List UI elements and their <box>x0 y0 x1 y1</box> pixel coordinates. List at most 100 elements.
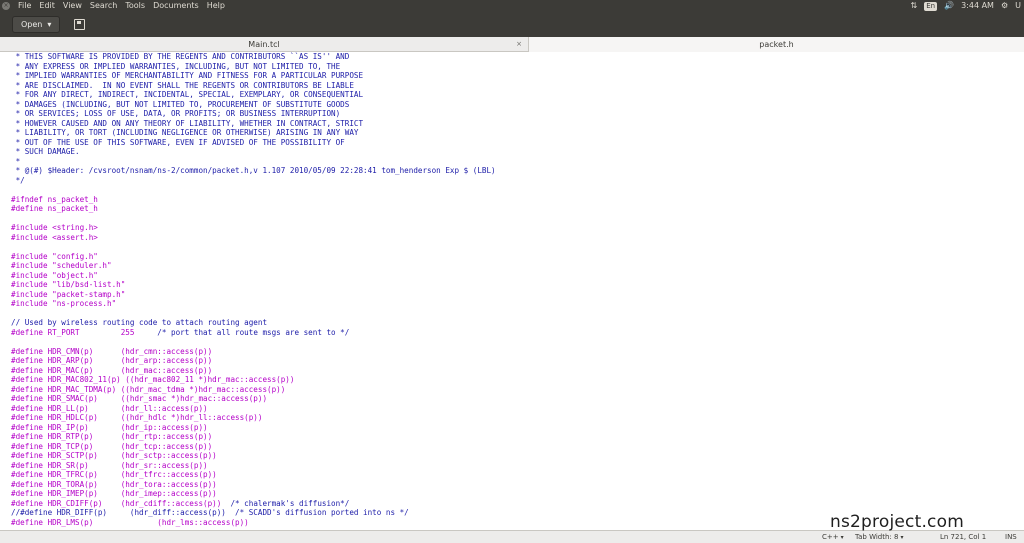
power-icon[interactable]: ⚙ <box>1001 0 1008 12</box>
code-line: #define HDR_SMAC(p) ((hdr_smac *)hdr_mac… <box>0 394 1024 404</box>
code-line: #define HDR_CMN(p) (hdr_cmn::access(p)) <box>0 347 1024 357</box>
comment-text: * OR SERVICES; LOSS OF USE, DATA, OR PRO… <box>11 109 341 118</box>
chevron-down-icon: ▾ <box>900 534 904 541</box>
code-line: #define HDR_CDIFF(p) (hdr_cdiff::access(… <box>0 499 1024 509</box>
code-line: * @(#) $Header: /cvsroot/nsnam/ns-2/comm… <box>0 166 1024 176</box>
preprocessor-text: #define HDR_RTP(p) (hdr_rtp::access(p)) <box>11 432 213 441</box>
comment-text: * HOWEVER CAUSED AND ON ANY THEORY OF LI… <box>11 118 364 128</box>
preprocessor-text: #define HDR_MAC802_11(p) ((hdr_mac802_11… <box>11 375 295 384</box>
code-line: #ifndef ns_packet_h <box>0 195 1024 205</box>
code-line: #define HDR_MAC802_11(p) ((hdr_mac802_11… <box>0 375 1024 385</box>
close-icon[interactable]: × <box>516 37 522 52</box>
comment-text: * THIS SOFTWARE IS PROVIDED BY THE REGEN… <box>11 52 350 61</box>
code-line: #include "ns-process.h" <box>0 299 1024 309</box>
comment-text: /* port that all route msgs are sent to … <box>134 327 350 337</box>
menu-view[interactable]: View <box>63 0 82 12</box>
preprocessor-text: #define HDR_CDIFF(p) (hdr_cdiff::access(… <box>11 498 222 508</box>
menu-help[interactable]: Help <box>207 0 225 12</box>
preprocessor-text: #define RT_PORT 255 <box>11 327 135 337</box>
comment-text: * IMPLIED WARRANTIES OF MERCHANTABILITY … <box>11 71 364 80</box>
code-line: #include "packet-stamp.h" <box>0 290 1024 300</box>
menu-tools[interactable]: Tools <box>125 0 145 12</box>
code-line: * FOR ANY DIRECT, INDIRECT, INCIDENTAL, … <box>0 90 1024 100</box>
preprocessor-text: #define HDR_IMEP(p) (hdr_imep::access(p)… <box>11 489 217 498</box>
tab-main-tcl[interactable]: Main.tcl × <box>0 37 529 52</box>
cursor-position: Ln 721, Col 1 <box>940 533 987 541</box>
code-line: #include "lib/bsd-list.h" <box>0 280 1024 290</box>
preprocessor-text: #include "packet-stamp.h" <box>11 289 126 299</box>
menu-search[interactable]: Search <box>90 0 117 12</box>
code-line: #define HDR_SCTP(p) (hdr_sctp::access(p)… <box>0 451 1024 461</box>
volume-icon[interactable]: 🔊 <box>944 0 954 12</box>
preprocessor-text: #define HDR_IP(p) (hdr_ip::access(p)) <box>11 422 208 432</box>
network-updown-icon[interactable]: ⇅ <box>911 0 918 12</box>
language-label: C++ <box>822 533 839 541</box>
tab-width-selector[interactable]: Tab Width: 8 ▾ <box>855 531 903 543</box>
window-close-icon[interactable]: × <box>2 2 10 10</box>
code-editor[interactable]: * THIS SOFTWARE IS PROVIDED BY THE REGEN… <box>0 52 1024 530</box>
code-line: #define HDR_TFRC(p) (hdr_tfrc::access(p)… <box>0 470 1024 480</box>
code-line: */ <box>0 176 1024 186</box>
code-line: #define HDR_MAC(p) (hdr_mac::access(p)) <box>0 366 1024 376</box>
preprocessor-text: #include "ns-process.h" <box>11 299 117 308</box>
menu-edit[interactable]: Edit <box>39 0 55 12</box>
preprocessor-text: #define HDR_LL(p) (hdr_ll::access(p)) <box>11 403 208 413</box>
code-line: * IMPLIED WARRANTIES OF MERCHANTABILITY … <box>0 71 1024 81</box>
code-line: #include <string.h> <box>0 223 1024 233</box>
comment-text: * LIABILITY, OR TORT (INCLUDING NEGLIGEN… <box>11 128 359 137</box>
comment-text: * OUT OF THE USE OF THIS SOFTWARE, EVEN … <box>11 137 345 147</box>
code-line: * OR SERVICES; LOSS OF USE, DATA, OR PRO… <box>0 109 1024 119</box>
chevron-down-icon: ▾ <box>47 20 52 29</box>
clock[interactable]: 3:44 AM <box>961 0 994 12</box>
code-line: #include "scheduler.h" <box>0 261 1024 271</box>
preprocessor-text: #define HDR_CMN(p) (hdr_cmn::access(p)) <box>11 346 213 356</box>
panel-indicators: ⇅ En 🔊 3:44 AM ⚙ U <box>911 0 1024 12</box>
language-selector[interactable]: C++ ▾ <box>822 531 844 543</box>
preprocessor-text: #define HDR_LMS(p) (hdr_lms::access(p)) <box>11 517 249 527</box>
code-line: #define HDR_TORA(p) (hdr_tora::access(p)… <box>0 480 1024 490</box>
comment-text: * ANY EXPRESS OR IMPLIED WARRANTIES, INC… <box>11 61 341 71</box>
code-line: #include <assert.h> <box>0 233 1024 243</box>
menu-documents[interactable]: Documents <box>153 0 199 12</box>
comment-text: * @(#) $Header: /cvsroot/nsnam/ns-2/comm… <box>11 166 496 175</box>
code-line: #define HDR_ARP(p) (hdr_arp::access(p)) <box>0 356 1024 366</box>
comment-text: */ <box>11 175 25 185</box>
code-line: * DAMAGES (INCLUDING, BUT NOT LIMITED TO… <box>0 100 1024 110</box>
preprocessor-text: #define HDR_SR(p) (hdr_sr::access(p)) <box>11 460 208 470</box>
open-button-label: Open <box>21 20 43 29</box>
preprocessor-text: #define HDR_SCTP(p) (hdr_sctp::access(p)… <box>11 451 217 460</box>
code-line: #define HDR_SR(p) (hdr_sr::access(p)) <box>0 461 1024 471</box>
preprocessor-text: #ifndef ns_packet_h <box>11 194 98 204</box>
preprocessor-text: #define HDR_TORA(p) (hdr_tora::access(p)… <box>11 479 217 489</box>
keyboard-layout-indicator[interactable]: En <box>924 1 938 11</box>
code-line: #define HDR_IP(p) (hdr_ip::access(p)) <box>0 423 1024 433</box>
open-button[interactable]: Open ▾ <box>12 16 61 33</box>
comment-text: //#define HDR_DIFF(p) (hdr_diff::access(… <box>11 508 409 517</box>
preprocessor-text: #define HDR_TCP(p) (hdr_tcp::access(p)) <box>11 441 213 451</box>
preprocessor-text: #define HDR_ARP(p) (hdr_arp::access(p)) <box>11 356 213 365</box>
code-line: #define HDR_LL(p) (hdr_ll::access(p)) <box>0 404 1024 414</box>
preprocessor-text: #define HDR_HDLC(p) ((hdr_hdlc *)hdr_ll:… <box>11 413 263 422</box>
document-tabs: Main.tcl × packet.h <box>0 37 1024 52</box>
comment-text: * DAMAGES (INCLUDING, BUT NOT LIMITED TO… <box>11 99 350 109</box>
comment-text: * SUCH DAMAGE. <box>11 147 80 156</box>
code-line: * OUT OF THE USE OF THIS SOFTWARE, EVEN … <box>0 138 1024 148</box>
tab-width-label: Tab Width: 8 <box>855 533 899 541</box>
tab-packet-h[interactable]: packet.h <box>529 37 1024 52</box>
code-line: // Used by wireless routing code to atta… <box>0 318 1024 328</box>
save-icon[interactable] <box>74 19 86 30</box>
preprocessor-text: #define HDR_MAC(p) (hdr_mac::access(p)) <box>11 365 213 375</box>
user-menu[interactable]: U <box>1015 0 1021 12</box>
menu-file[interactable]: File <box>18 0 31 12</box>
preprocessor-text: #include <assert.h> <box>11 232 98 242</box>
preprocessor-text: #define HDR_TFRC(p) (hdr_tfrc::access(p)… <box>11 470 217 479</box>
code-line: #define HDR_RTP(p) (hdr_rtp::access(p)) <box>0 432 1024 442</box>
preprocessor-text: #define HDR_SMAC(p) ((hdr_smac *)hdr_mac… <box>11 394 268 403</box>
preprocessor-text: #include "scheduler.h" <box>11 261 112 270</box>
code-line: * LIABILITY, OR TORT (INCLUDING NEGLIGEN… <box>0 128 1024 138</box>
code-line: * ARE DISCLAIMED. IN NO EVENT SHALL THE … <box>0 81 1024 91</box>
preprocessor-text: #include "lib/bsd-list.h" <box>11 280 126 289</box>
toolbar: Open ▾ <box>0 12 1024 37</box>
